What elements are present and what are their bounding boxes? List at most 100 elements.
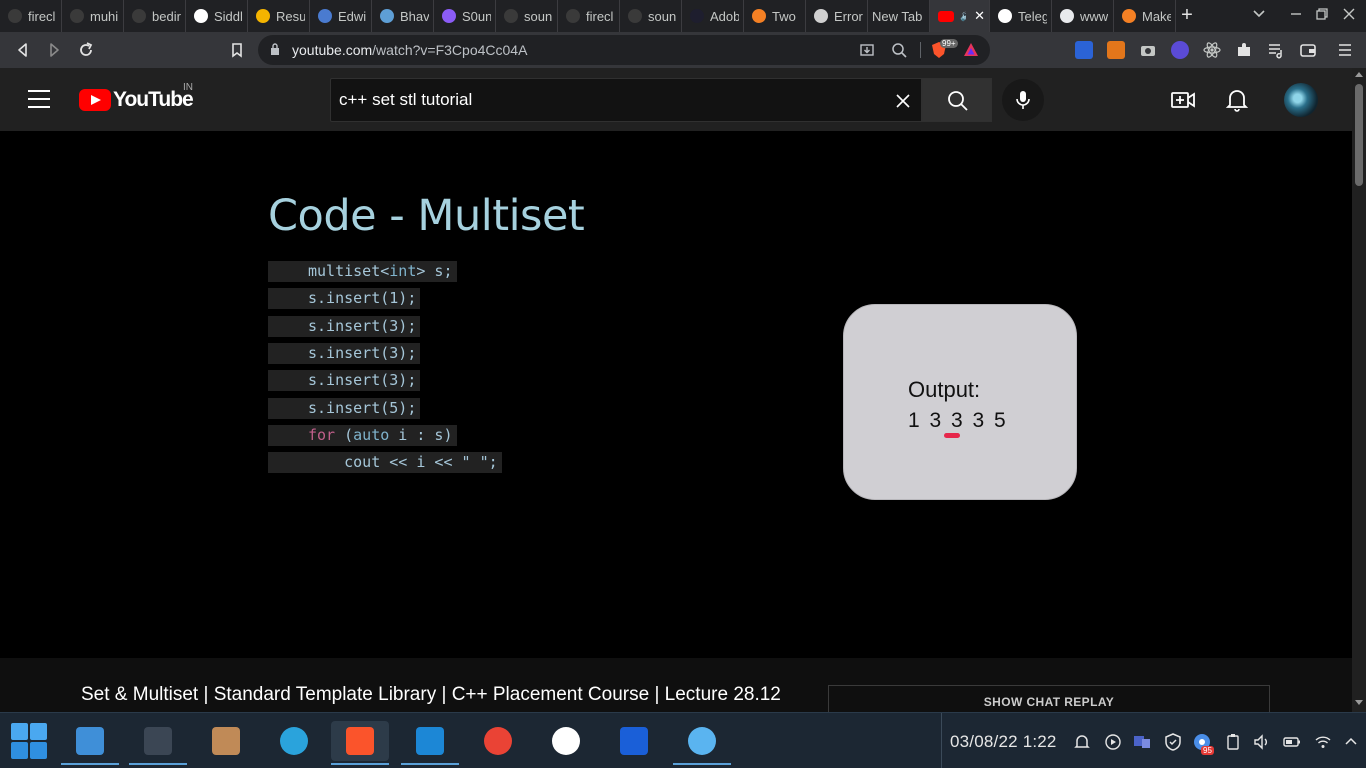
back-icon[interactable] [14,41,32,59]
code-line: s.insert(5); [268,397,421,419]
browser-tab[interactable]: 🔊✕ [930,0,990,32]
clock[interactable]: 03/08/22 1:22 [950,732,1057,752]
install-app-icon[interactable] [858,41,876,59]
reload-icon[interactable] [77,41,95,59]
brave-rewards-icon[interactable] [962,41,980,59]
security-shield-icon[interactable] [1164,733,1182,751]
start-windows-icon[interactable] [11,723,47,759]
code-token: ( [335,425,354,444]
forward-icon[interactable] [45,41,63,59]
notification-bell-icon[interactable] [1073,733,1091,751]
browser-tab[interactable]: soun [620,0,682,32]
media-queue-icon[interactable] [1267,41,1285,59]
taskbar-telegram-button[interactable] [265,721,323,761]
browser-tab[interactable]: www [1052,0,1114,32]
clear-search-icon[interactable] [893,91,913,111]
browser-tab[interactable]: Make [1114,0,1176,32]
address-bar[interactable]: youtube.com/watch?v=F3Cpo4Cc04A 99+ [258,35,990,65]
browser-toolbar: youtube.com/watch?v=F3Cpo4Cc04A 99+ [0,32,1366,68]
page-scrollbar[interactable] [1352,68,1366,712]
taskbar-file-explorer-button[interactable] [61,721,119,765]
metamask-icon[interactable] [1107,41,1125,59]
browser-tab[interactable]: Siddl [186,0,248,32]
battery-icon[interactable] [1283,733,1301,751]
clipboard-icon[interactable] [1224,733,1242,751]
globe-icon [380,9,394,23]
scrollbar-thumb[interactable] [1355,84,1363,186]
code-line: s.insert(1); [268,288,421,310]
scroll-down-arrow-icon[interactable] [1355,700,1363,705]
notifications-bell-icon[interactable] [1224,87,1250,113]
stack-icon [1122,9,1136,23]
scroll-up-arrow-icon[interactable] [1355,72,1363,77]
zoom-icon[interactable] [890,41,908,59]
browser-tab[interactable]: soun [496,0,558,32]
taskbar-brave-beta-button[interactable] [605,721,663,761]
extension-purple-icon[interactable] [1171,41,1189,59]
bookmark-icon[interactable] [228,41,246,59]
infinity-icon [690,9,704,23]
close-window-icon[interactable] [1340,5,1358,23]
camera-icon[interactable] [1139,41,1157,59]
tab-title: Resu [276,8,305,24]
taskbar-chrome-button[interactable] [469,721,527,761]
browser-tab[interactable]: firecl [0,0,62,32]
react-devtools-icon[interactable] [1203,41,1221,59]
volume-icon[interactable] [1253,733,1271,751]
tab-search-chevron-icon[interactable] [1252,7,1266,21]
code-token: cout << i << " "; [308,453,498,472]
voice-search-button[interactable] [1002,79,1044,121]
tab-title: Make [1142,8,1171,24]
browser-tab[interactable]: firecl [558,0,620,32]
show-hidden-icons-chevron-icon[interactable] [1342,733,1360,751]
menu-icon[interactable] [28,90,50,108]
taskbar-terminal-button[interactable] [129,721,187,765]
wallet-icon[interactable] [1299,41,1317,59]
taskbar-vscode-button[interactable] [401,721,459,765]
github-icon [566,9,580,23]
taskbar-notion-like-button[interactable] [537,721,595,761]
browser-tab[interactable]: Error [806,0,868,32]
browser-tab[interactable]: S0un [434,0,496,32]
taskbar-brave-button[interactable] [331,721,389,765]
minimize-icon[interactable] [1288,6,1304,22]
create-video-icon[interactable] [1170,88,1196,112]
video-player[interactable]: Code - Multiset multiset<int> s; s.insert… [0,131,1352,658]
lock-icon[interactable] [270,43,280,55]
youtube-logo[interactable]: YouTube IN [79,82,194,112]
taskbar-minecraft-button[interactable] [197,721,255,761]
browser-tab[interactable]: Resu [248,0,310,32]
browser-tab[interactable]: Adob [682,0,744,32]
avatar[interactable] [1284,83,1318,117]
audio-playing-icon[interactable]: 🔊 [960,11,966,22]
taskbar-edge-dev-button[interactable] [673,721,731,765]
media-play-icon[interactable] [1104,733,1122,751]
restore-icon[interactable] [1314,6,1330,22]
terminal-icon [144,727,172,755]
url-divider [920,42,921,58]
teams-icon[interactable] [1133,733,1151,751]
tab-title: Bhav [400,8,429,24]
search-button[interactable] [922,78,992,122]
code-token: s.insert(3); [308,316,417,335]
search-input[interactable] [339,90,879,110]
extensions-puzzle-icon[interactable] [1235,41,1253,59]
close-tab-icon[interactable]: ✕ [974,8,985,24]
browser-tab[interactable]: muhi [62,0,124,32]
browser-tab[interactable]: Teleg [990,0,1052,32]
code-token: multiset [308,262,381,280]
new-tab-button[interactable]: + [1176,4,1198,28]
browser-tab[interactable]: Edwi [310,0,372,32]
google-drive-icon [256,9,270,23]
browser-tab[interactable]: New Tab [868,0,930,32]
browser-menu-icon[interactable] [1336,41,1354,59]
browser-tab[interactable]: Bhav [372,0,434,32]
wifi-icon[interactable] [1314,733,1332,751]
search-box[interactable] [330,78,922,122]
url-text[interactable]: youtube.com/watch?v=F3Cpo4Cc04A [292,42,527,58]
browser-tab[interactable]: bedir [124,0,186,32]
microphone-icon [1016,91,1030,109]
code-token: s.insert(3); [308,343,417,362]
extension-p-icon[interactable] [1075,41,1093,59]
browser-tab[interactable]: Two [744,0,806,32]
